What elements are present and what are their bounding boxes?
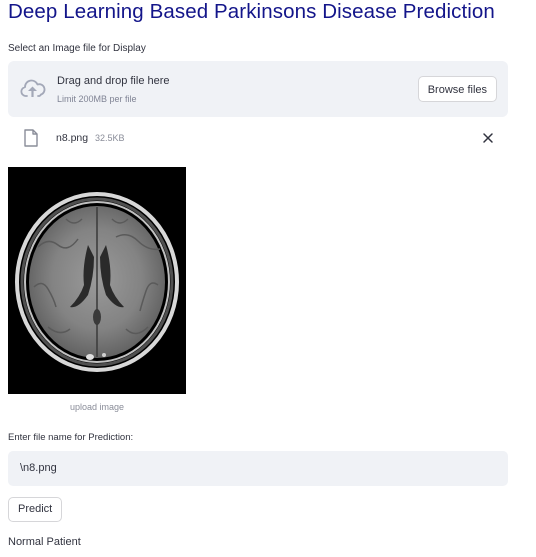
close-icon[interactable]	[480, 130, 496, 146]
image-caption: upload image	[69, 402, 125, 412]
uploaded-file-row: n8.png 32.5KB	[8, 126, 508, 150]
prediction-input-label: Enter file name for Prediction:	[8, 432, 134, 443]
uploaded-file-name: n8.png	[56, 132, 89, 144]
dropzone-limit: Limit 200MB per file	[57, 94, 137, 104]
prediction-result: Normal Patient	[8, 536, 81, 548]
prediction-filename-input[interactable]: \n8.png	[8, 451, 508, 486]
uploaded-file-size: 32.5KB	[95, 133, 125, 143]
predict-button[interactable]: Predict	[8, 497, 63, 522]
dropzone-instructions: Drag and drop file here	[57, 75, 170, 87]
prediction-filename-value: \n8.png	[20, 462, 57, 474]
app-page: Deep Learning Based Parkinsons Disease P…	[0, 0, 536, 557]
brain-mri-image	[8, 167, 186, 394]
browse-files-button[interactable]: Browse files	[417, 76, 497, 102]
file-uploader-label: Select an Image file for Display	[8, 43, 146, 54]
page-title: Deep Learning Based Parkinsons Disease P…	[8, 0, 495, 23]
file-dropzone[interactable]: Drag and drop file here Limit 200MB per …	[8, 61, 508, 117]
file-icon	[24, 129, 38, 147]
cloud-upload-icon	[20, 79, 46, 97]
